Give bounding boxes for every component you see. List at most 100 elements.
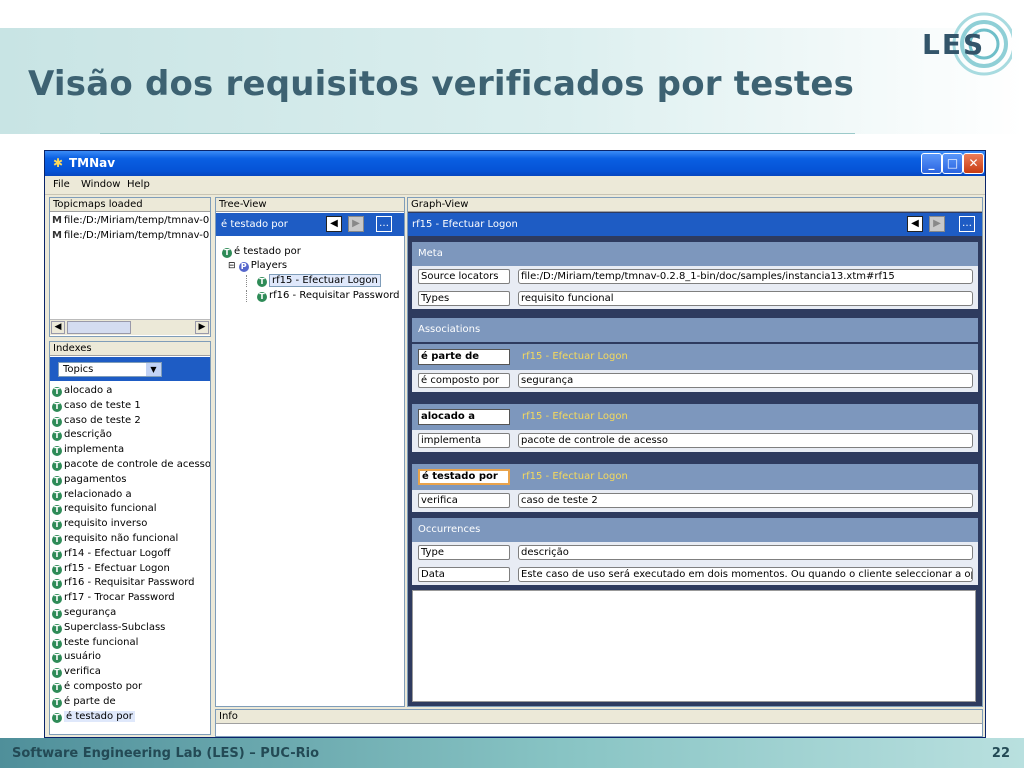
occurrences-section: Occurrences Type descrição Data Este cas…	[412, 518, 978, 585]
topic-icon: T	[52, 683, 62, 693]
index-item[interactable]: Tteste funcional	[52, 637, 138, 649]
index-item[interactable]: Té composto por	[52, 681, 142, 693]
tree-current-label: é testado por	[221, 219, 288, 230]
menu-help[interactable]: Help	[127, 179, 150, 190]
tree-view-header: Tree-View	[216, 198, 404, 212]
scroll-right-icon[interactable]: ▶	[195, 321, 209, 334]
association-role-label: é composto por	[418, 373, 510, 388]
association-type-button[interactable]: alocado a	[418, 409, 510, 425]
association-topic-link[interactable]: rf15 - Efectuar Logon	[522, 411, 628, 422]
tree-view-panel: Tree-View é testado por ◀ ▶ … Té testado…	[215, 197, 405, 707]
logo-text: LES	[922, 28, 986, 61]
association-player-field[interactable]: segurança	[518, 373, 973, 388]
collapse-icon[interactable]: ⊟	[228, 261, 236, 271]
index-item[interactable]: Talocado a	[52, 385, 112, 397]
index-item[interactable]: Trequisito não funcional	[52, 533, 178, 545]
index-item[interactable]: Té testado por	[52, 710, 135, 723]
tree-players-node[interactable]: ⊟ P Players	[228, 260, 287, 272]
topicmap-item[interactable]: Mfile:/D:/Miriam/temp/tmnav-0.2.	[52, 230, 210, 241]
more-button[interactable]: …	[959, 216, 975, 232]
topic-icon: T	[52, 549, 62, 560]
meta-types-field[interactable]: requisito funcional	[518, 291, 973, 306]
chevron-down-icon[interactable]: ▼	[146, 363, 161, 376]
topic-icon: T	[257, 292, 267, 302]
graph-nav-bar: rf15 - Efectuar Logon ◀ ▶ …	[408, 213, 982, 236]
menu-window[interactable]: Window	[81, 179, 120, 190]
tree-root[interactable]: Té testado por	[222, 246, 301, 258]
tree-child[interactable]: Trf16 - Requisitar Password	[246, 290, 399, 302]
meta-title: Meta	[412, 242, 978, 266]
occurrence-data-field[interactable]: Este caso de uso será executado em dois …	[518, 567, 973, 582]
association-player-field[interactable]: caso de teste 2	[518, 493, 973, 508]
close-button[interactable]: ✕	[963, 153, 984, 174]
index-item[interactable]: T Superclass-Subclass	[52, 622, 165, 634]
index-item[interactable]: Tcaso de teste 1	[52, 400, 141, 412]
index-item[interactable]: Trequisito funcional	[52, 503, 157, 516]
minimize-button[interactable]: _	[921, 153, 942, 174]
topic-icon: T	[52, 461, 62, 471]
title-bar[interactable]: ✱ TMNav _ □ ✕	[45, 151, 985, 176]
association-topic-link[interactable]: rf15 - Efectuar Logon	[522, 351, 628, 362]
topic-icon: T	[52, 579, 62, 590]
forward-arrow-icon[interactable]: ▶	[929, 216, 945, 232]
topic-icon: T	[52, 623, 62, 634]
tmnav-window: ✱ TMNav _ □ ✕ File Window Help Topicmaps…	[44, 150, 986, 738]
association-role-label: verifica	[418, 493, 510, 508]
meta-label: Source locators	[418, 269, 510, 284]
topic-icon: T	[52, 490, 62, 501]
tree-child[interactable]: Trf15 - Efectuar Logon	[246, 274, 381, 287]
association-player-field[interactable]: pacote de controle de acesso	[518, 433, 973, 448]
topicmap-item[interactable]: Mfile:/D:/Miriam/temp/tmnav-0.2.	[52, 215, 210, 226]
index-item[interactable]: Tcaso de teste 2	[52, 415, 141, 427]
topicmaps-header: Topicmaps loaded	[50, 198, 210, 212]
indexes-select-bar: Topics ▼	[50, 357, 210, 381]
index-item[interactable]: Timplementa	[52, 444, 124, 457]
tree-nav-bar: é testado por ◀ ▶ …	[216, 213, 404, 236]
association-role-row: verifica caso de teste 2	[412, 490, 978, 512]
topic-icon: T	[257, 277, 267, 287]
topic-icon: T	[52, 520, 62, 531]
index-item[interactable]: Trf17 - Trocar Password	[52, 592, 175, 605]
index-item[interactable]: Trelacionado a	[52, 489, 132, 501]
index-item[interactable]: Tpacote de controle de acesso	[52, 459, 210, 471]
association-row: é testado por rf15 - Efectuar Logon	[412, 464, 978, 490]
occurrence-content-area[interactable]	[412, 590, 976, 702]
meta-source-field[interactable]: file:/D:/Miriam/temp/tmnav-0.2.8_1-bin/d…	[518, 269, 973, 284]
association-row: alocado a rf15 - Efectuar Logon	[412, 404, 978, 430]
menu-file[interactable]: File	[53, 179, 70, 190]
topicmap-icon: M	[52, 230, 62, 241]
maximize-button[interactable]: □	[942, 153, 963, 174]
index-item[interactable]: Trf15 - Efectuar Logon	[52, 563, 170, 575]
index-item[interactable]: Trequisito inverso	[52, 518, 147, 531]
indexes-panel: Indexes Topics ▼ Talocado a Tcaso de test…	[49, 341, 211, 735]
index-item[interactable]: Trf14 - Efectuar Logoff	[52, 548, 170, 560]
scroll-left-icon[interactable]: ◀	[51, 321, 65, 334]
app-icon: ✱	[53, 156, 64, 170]
horizontal-scrollbar[interactable]: ◀ ▶	[50, 319, 210, 335]
info-panel: Info	[215, 709, 983, 737]
index-item[interactable]: Tusuário	[52, 651, 101, 664]
index-item[interactable]: Tsegurança	[52, 607, 116, 619]
page-number: 22	[991, 746, 1010, 761]
forward-arrow-icon[interactable]: ▶	[348, 216, 364, 232]
topicmaps-panel: Topicmaps loaded Mfile:/D:/Miriam/temp/t…	[49, 197, 211, 337]
occurrence-label: Data	[418, 567, 510, 582]
association-type-button[interactable]: é testado por	[418, 469, 510, 485]
associations-title: Associations	[412, 318, 978, 342]
index-item[interactable]: Tpagamentos	[52, 474, 126, 486]
back-arrow-icon[interactable]: ◀	[907, 216, 923, 232]
occurrences-title: Occurrences	[412, 518, 978, 542]
back-arrow-icon[interactable]: ◀	[326, 216, 342, 232]
index-item[interactable]: Tdescrição	[52, 429, 112, 442]
occurrence-type-field[interactable]: descrição	[518, 545, 973, 560]
topic-icon: T	[52, 653, 62, 664]
more-button[interactable]: …	[376, 216, 392, 232]
index-type-select[interactable]: Topics ▼	[58, 362, 162, 377]
index-item[interactable]: Té parte de	[52, 696, 116, 708]
index-item[interactable]: Tverifica	[52, 666, 101, 679]
topic-icon: T	[52, 535, 62, 545]
scroll-thumb[interactable]	[67, 321, 131, 334]
index-item[interactable]: Trf16 - Requisitar Password	[52, 577, 194, 590]
association-topic-link[interactable]: rf15 - Efectuar Logon	[522, 471, 628, 482]
association-type-button[interactable]: é parte de	[418, 349, 510, 365]
